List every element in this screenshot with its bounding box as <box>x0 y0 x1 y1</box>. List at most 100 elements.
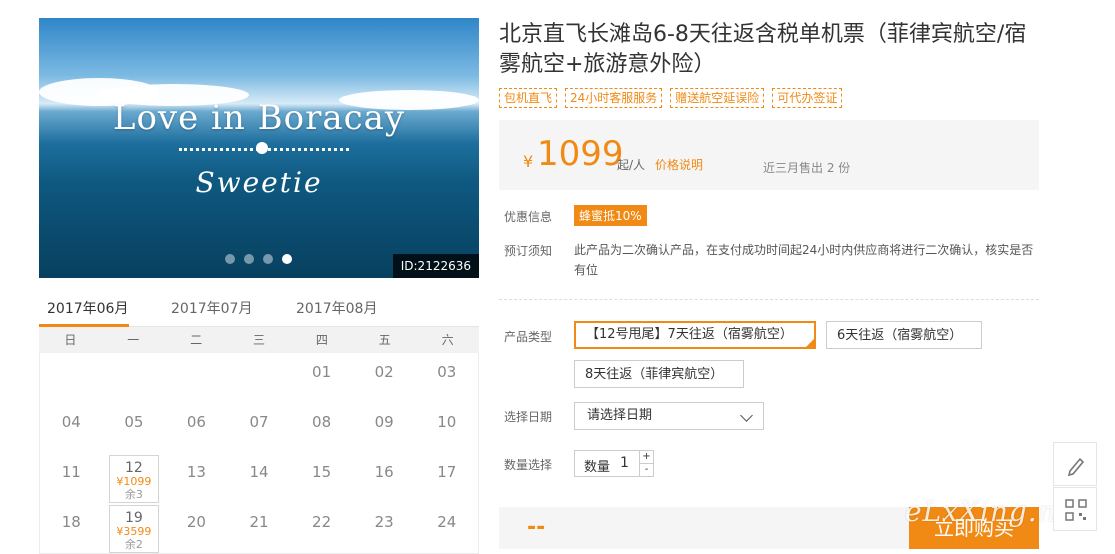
tag-charter-direct: 包机直飞 <box>499 88 558 108</box>
day-box: 19 ¥3599 余2 <box>108 505 160 553</box>
day-number: 11 <box>61 463 81 481</box>
day-number: 17 <box>437 463 457 481</box>
day-number: 15 <box>312 463 332 481</box>
date-label: 选择日期 <box>504 410 553 424</box>
booking-notice: 此产品为二次确认产品，在支付成功时间起24小时内供应商将进行二次确认，核实是否有… <box>574 243 1034 277</box>
quantity-inner-label: 数量 <box>584 460 611 475</box>
day-box: 12 ¥1099 余3 <box>108 455 160 503</box>
day-number: 01 <box>312 363 332 381</box>
day-number: 22 <box>312 513 332 531</box>
day-number: 12 <box>124 460 143 476</box>
hero-dot <box>256 142 268 154</box>
qrcode-tool[interactable] <box>1053 487 1097 531</box>
calendar-day-available[interactable]: 19 ¥3599 余2 <box>103 503 166 553</box>
feedback-tool[interactable] <box>1053 442 1097 486</box>
product-type-label: 产品类型 <box>504 330 553 344</box>
day-number: 10 <box>437 413 457 431</box>
day-number: 16 <box>374 463 394 481</box>
product-id-badge: ID:2122636 <box>392 254 479 278</box>
carousel-pager <box>225 254 292 264</box>
calendar-day <box>40 353 103 403</box>
product-title: 北京直飞长滩岛6-8天往返含税单机票（菲律宾航空/宿雾航空+旅游意外险） <box>499 22 1027 77</box>
calendar-week-row: 04 05 06 07 08 09 10 <box>40 403 478 453</box>
option-8day-philippine[interactable]: 8天往返（菲律宾航空） <box>574 360 744 388</box>
calendar-day: 18 <box>40 503 103 553</box>
calendar-day: 24 <box>415 503 478 553</box>
calendar-day-available[interactable]: 12 ¥1099 余3 <box>103 453 166 503</box>
order-bar: -- 立即购买 <box>499 507 1039 549</box>
calendar-day: 13 <box>165 453 228 503</box>
calendar-day: 16 <box>353 453 416 503</box>
calendar-day <box>228 353 291 403</box>
day-price: ¥1099 <box>116 475 152 488</box>
day-number: 24 <box>437 513 457 531</box>
price-note-link[interactable]: 价格说明 <box>655 156 703 173</box>
date-select[interactable]: 请选择日期 <box>574 402 764 430</box>
promo-label: 优惠信息 <box>504 210 553 224</box>
price-unit: 起/人 <box>617 158 646 172</box>
day-price: ¥3599 <box>116 525 152 538</box>
price-box: ¥ 1099 起/人 价格说明 近三月售出 2 份 <box>499 120 1039 190</box>
buy-now-button[interactable]: 立即购买 <box>909 507 1039 549</box>
active-month-underline <box>39 324 129 327</box>
weekday-label: 日 <box>64 333 77 347</box>
option-12-7day-cebu[interactable]: 【12号甩尾】7天往返（宿雾航空） <box>574 321 816 349</box>
carousel-dot-3[interactable] <box>263 254 273 264</box>
day-number: 03 <box>437 363 457 381</box>
tab-month-august[interactable]: 2017年08月 <box>296 298 377 318</box>
day-number: 05 <box>124 413 144 431</box>
day-number: 13 <box>186 463 206 481</box>
calendar-grid: 01 02 03 04 05 06 07 08 09 10 11 12 ¥1099 余3 13 14 15 16 1… <box>39 353 479 554</box>
calendar-day: 06 <box>165 403 228 453</box>
departure-calendar: 2017年06月 2017年07月 2017年08月 日一二三四五六 01 02 0… <box>39 290 479 554</box>
day-number: 07 <box>249 413 269 431</box>
carousel-dot-1[interactable] <box>225 254 235 264</box>
currency-symbol: ¥ <box>523 152 534 171</box>
calendar-day: 09 <box>353 403 416 453</box>
calendar-day: 03 <box>415 353 478 403</box>
feature-tags: 包机直飞 24小时客服服务 赠送航空延误险 可代办签证 <box>499 88 843 108</box>
weekday-header: 日一二三四五六 <box>39 327 479 353</box>
month-tabs: 2017年06月 2017年07月 2017年08月 <box>39 290 479 327</box>
promo-badge: 蜂蜜抵10% <box>574 205 647 226</box>
date-select-value: 请选择日期 <box>587 408 653 423</box>
weekday-label: 五 <box>378 333 391 347</box>
calendar-day: 15 <box>290 453 353 503</box>
day-remaining: 余2 <box>124 538 143 551</box>
calendar-week-row: 01 02 03 <box>40 353 478 403</box>
calendar-day: 05 <box>103 403 166 453</box>
section-divider <box>499 299 1039 300</box>
option-6day-cebu[interactable]: 6天往返（宿雾航空） <box>826 321 982 349</box>
calendar-day: 20 <box>165 503 228 553</box>
calendar-day <box>165 353 228 403</box>
day-number: 04 <box>61 413 81 431</box>
tab-month-june[interactable]: 2017年06月 <box>47 298 128 318</box>
day-number: 09 <box>374 413 394 431</box>
tag-24h-service: 24小时客服服务 <box>565 88 663 108</box>
carousel-dot-2[interactable] <box>244 254 254 264</box>
product-image-carousel[interactable]: Love in Boracay Sweetie ID:2122636 <box>39 18 479 278</box>
quantity-decrease-button[interactable]: - <box>639 464 653 476</box>
weekday-label: 四 <box>315 333 328 347</box>
carousel-dot-4[interactable] <box>282 254 292 264</box>
tag-visa: 可代办签证 <box>772 88 843 108</box>
sold-count: 近三月售出 2 份 <box>763 161 851 175</box>
pencil-icon <box>1067 457 1085 477</box>
tab-month-july[interactable]: 2017年07月 <box>171 298 252 318</box>
day-number: 18 <box>61 513 81 531</box>
quantity-value[interactable]: 1 <box>620 455 629 471</box>
calendar-day: 11 <box>40 453 103 503</box>
calendar-day: 07 <box>228 403 291 453</box>
day-number: 08 <box>312 413 332 431</box>
calendar-day: 02 <box>353 353 416 403</box>
quantity-stepper: 数量 1 + - <box>574 450 654 477</box>
calendar-week-row: 18 19 ¥3599 余2 20 21 22 23 24 <box>40 503 478 553</box>
day-number: 23 <box>374 513 394 531</box>
calendar-day: 04 <box>40 403 103 453</box>
calendar-day <box>103 353 166 403</box>
calendar-day: 10 <box>415 403 478 453</box>
calendar-day: 21 <box>228 503 291 553</box>
quantity-increase-button[interactable]: + <box>639 451 653 464</box>
total-price: -- <box>527 515 546 540</box>
weekday-label: 三 <box>253 333 266 347</box>
